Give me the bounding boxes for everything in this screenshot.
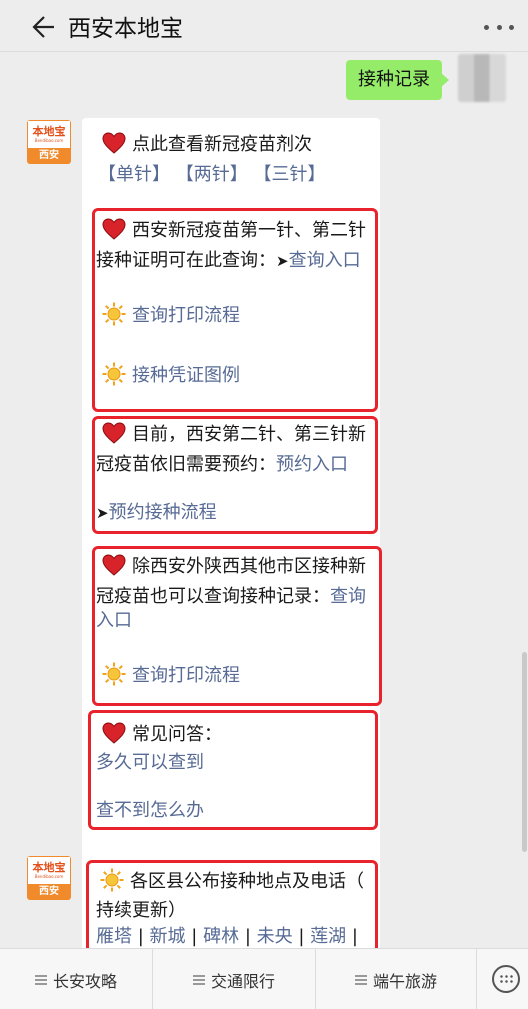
districts-line1: 各区县公布接种地点及电话（ xyxy=(100,868,364,895)
heart-icon xyxy=(102,218,126,240)
back-arrow-icon[interactable] xyxy=(26,12,56,42)
faq-link-2[interactable]: 查不到怎么办 xyxy=(96,798,204,824)
intro-line: 点此查看新冠疫苗剂次 xyxy=(102,132,312,158)
sun-icon xyxy=(102,362,126,386)
sun-icon xyxy=(100,868,124,892)
district-link-lianhu[interactable]: 莲湖 xyxy=(310,926,346,947)
box2-line2: 冠疫苗依旧需要预约：预约入口 xyxy=(96,454,348,475)
sun-icon xyxy=(102,662,126,686)
sun-icon xyxy=(102,302,126,326)
district-link-xincheng[interactable]: 新城 xyxy=(150,926,186,947)
avatar-url: Bendibao.com xyxy=(34,137,64,143)
heart-icon xyxy=(102,554,126,576)
district-link-weiyang[interactable]: 未央 xyxy=(257,926,293,947)
dose-link-two[interactable]: 【两针】 xyxy=(176,164,248,185)
heart-icon xyxy=(102,422,126,444)
box3-item1[interactable]: 查询打印流程 xyxy=(102,662,240,689)
menu-item-traffic[interactable]: 交通限行 xyxy=(153,949,315,1009)
intro-text: 点此查看新冠疫苗剂次 xyxy=(132,134,312,155)
scrollbar-thumb[interactable] xyxy=(522,652,527,852)
box3-line3[interactable]: 入口 xyxy=(96,608,132,634)
menu-item-changan[interactable]: 长安攻略 xyxy=(0,949,152,1009)
district-link-beilin[interactable]: 碑林 xyxy=(203,926,239,947)
bot-avatar[interactable]: 本地宝 Bendibao.com 西安 xyxy=(27,120,71,164)
heart-icon xyxy=(102,722,126,744)
box1-item2[interactable]: 接种凭证图例 xyxy=(102,362,240,389)
box2-line3[interactable]: ➤预约接种流程 xyxy=(96,500,217,526)
bot-avatar[interactable]: 本地宝 Bendibao.com 西安 xyxy=(27,856,71,900)
bot-message-bubble-2: 各区县公布接种地点及电话（ 持续更新） 雁塔 | 新城 | 碑林 | 未央 | … xyxy=(82,852,380,948)
menu-icon xyxy=(354,974,367,985)
keyboard-icon[interactable] xyxy=(492,965,520,993)
menu-icon xyxy=(34,974,47,985)
bot-message-bubble: 点此查看新冠疫苗剂次 【单针】 【两针】 【三针】 西安新冠疫苗第一针、第二针 … xyxy=(82,118,382,886)
box1-line1: 西安新冠疫苗第一针、第二针 xyxy=(102,218,366,244)
faq-link-1[interactable]: 多久可以查到 xyxy=(96,750,204,776)
menu-item-dragonboat[interactable]: 端午旅游 xyxy=(316,949,476,1009)
dose-links-row: 【单针】 【两针】 【三针】 xyxy=(98,162,325,188)
bottom-menu-bar: 长安攻略 交通限行 端午旅游 xyxy=(0,948,528,1009)
query-entry-link[interactable]: 查询入口 xyxy=(289,250,361,271)
district-links-row: 雁塔 | 新城 | 碑林 | 未央 | 莲湖 | xyxy=(96,926,358,947)
avatar-city: 西安 xyxy=(27,148,71,164)
arrow-pointer-icon: ➤ xyxy=(96,504,109,522)
box3-line1: 除西安外陕西其他市区接种新 xyxy=(102,554,366,580)
box2-line1: 目前，西安第二针、第三针新 xyxy=(102,422,366,448)
district-link-yanta[interactable]: 雁塔 xyxy=(96,926,132,947)
box1-line2: 接种证明可在此查询：➤查询入口 xyxy=(96,250,361,271)
heart-icon xyxy=(102,132,126,154)
menu-divider xyxy=(476,949,477,1009)
top-bar: 西安本地宝 xyxy=(0,0,528,52)
more-options-icon[interactable] xyxy=(484,20,514,34)
shaanxi-query-link-cont[interactable]: 入口 xyxy=(96,610,132,631)
arrow-pointer-icon: ➤ xyxy=(276,252,289,270)
booking-process-link[interactable]: 预约接种流程 xyxy=(109,502,217,523)
booking-entry-link[interactable]: 预约入口 xyxy=(276,454,348,475)
print-process-link[interactable]: 查询打印流程 xyxy=(132,305,240,326)
avatar-brand: 本地宝 xyxy=(32,124,66,138)
dose-link-single[interactable]: 【单针】 xyxy=(98,164,170,185)
box3-line2: 冠疫苗也可以查询接种记录：查询 xyxy=(96,586,366,607)
shaanxi-query-link[interactable]: 查询 xyxy=(330,586,366,607)
districts-line2: 持续更新） xyxy=(96,900,186,921)
user-avatar[interactable] xyxy=(458,54,506,102)
chat-area[interactable]: 接种记录 本地宝 Bendibao.com 西安 点此查看新冠疫苗剂次 【单针】… xyxy=(0,52,528,948)
box4-title: 常见问答： xyxy=(102,722,222,748)
box1-item1[interactable]: 查询打印流程 xyxy=(102,302,240,329)
menu-icon xyxy=(192,974,205,985)
print-process-link-2[interactable]: 查询打印流程 xyxy=(132,665,240,686)
page-title: 西安本地宝 xyxy=(68,16,183,42)
user-message-bubble[interactable]: 接种记录 xyxy=(346,60,449,100)
certificate-example-link[interactable]: 接种凭证图例 xyxy=(132,365,240,386)
dose-link-three[interactable]: 【三针】 xyxy=(253,164,325,185)
